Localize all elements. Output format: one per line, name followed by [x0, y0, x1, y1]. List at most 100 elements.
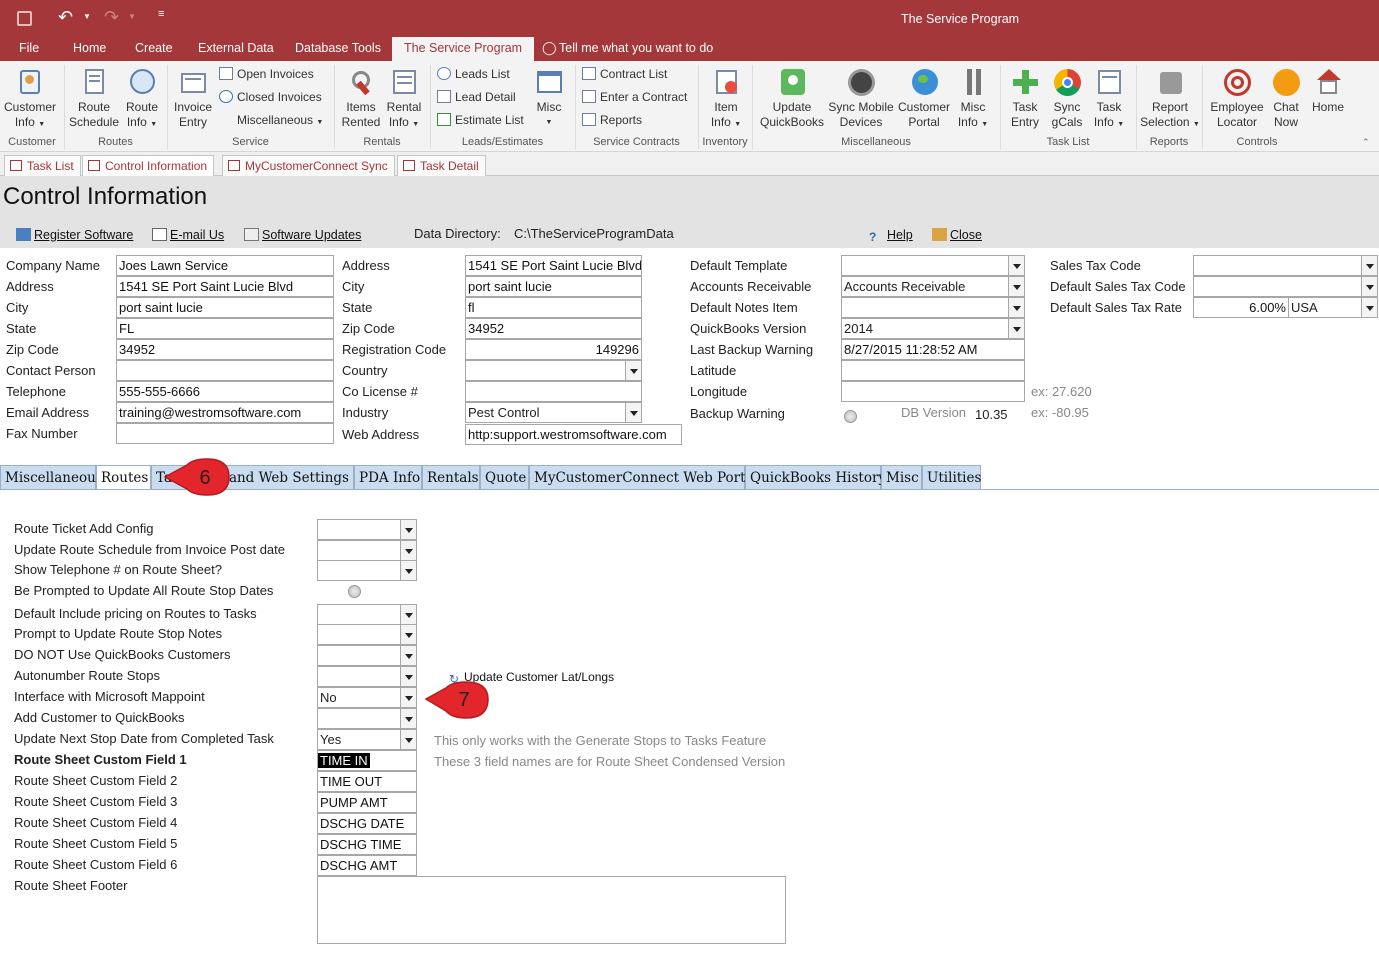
default-sales-tax-code-dropdown[interactable]	[1193, 276, 1378, 297]
leads-misc-button[interactable]: Misc ▼	[530, 65, 568, 130]
task-entry-button[interactable]: Task Entry	[1004, 65, 1046, 130]
menu-external-data[interactable]: External Data	[189, 37, 283, 61]
employee-locator-button[interactable]: Employee Locator	[1206, 65, 1268, 130]
web-address-field[interactable]: http:support.westromsoftware.com	[465, 424, 682, 445]
menu-the-service-program[interactable]: The Service Program	[392, 37, 535, 61]
tab-misc[interactable]: Misc	[881, 465, 922, 490]
help-button[interactable]: ? Help	[869, 228, 913, 244]
chevron-down-icon[interactable]	[1008, 277, 1024, 296]
accounts-receivable-dropdown[interactable]: Accounts Receivable	[841, 276, 1025, 297]
custom-field-2-input[interactable]: TIME OUT	[317, 771, 417, 792]
default-notes-item-dropdown[interactable]	[841, 297, 1025, 318]
register-software-button[interactable]: Register Software	[16, 228, 133, 242]
telephone-field[interactable]: 555-555-6666	[116, 381, 334, 402]
chevron-down-icon[interactable]	[625, 403, 641, 422]
custom-field-4-input[interactable]: DSCHG DATE	[317, 813, 417, 834]
contract-list-button[interactable]: Contract List	[582, 64, 667, 84]
chevron-down-icon[interactable]	[1008, 256, 1024, 275]
menu-home[interactable]: Home	[64, 37, 115, 61]
menu-database-tools[interactable]: Database Tools	[286, 37, 390, 61]
sales-tax-code-dropdown[interactable]	[1193, 255, 1378, 276]
reg-state-field[interactable]: fl	[465, 297, 642, 318]
estimate-list-button[interactable]: Estimate List	[437, 110, 524, 130]
last-backup-warning-field[interactable]: 8/27/2015 11:28:52 AM	[841, 339, 1025, 360]
misc-info-button[interactable]: Misc Info ▼	[952, 65, 994, 132]
reg-zip-field[interactable]: 34952	[465, 318, 642, 339]
quickbooks-version-dropdown[interactable]: 2014	[841, 318, 1025, 339]
customize-toolbar-icon[interactable]: ≡	[158, 8, 164, 20]
sync-mobile-devices-button[interactable]: Sync Mobile Devices	[826, 65, 896, 130]
chevron-down-icon[interactable]	[400, 541, 416, 560]
autonumber-route-stops-dropdown[interactable]	[317, 666, 417, 687]
default-sales-tax-rate-field[interactable]: 6.00%	[1193, 297, 1289, 318]
closed-invoices-button[interactable]: Closed Invoices	[219, 87, 322, 107]
tab-utilities[interactable]: Utilities	[922, 465, 981, 490]
tax-country-dropdown[interactable]: USA	[1288, 297, 1378, 318]
tab-quote[interactable]: Quote	[480, 465, 529, 490]
sync-gcals-button[interactable]: Sync gCals	[1046, 65, 1088, 130]
route-info-button[interactable]: Route Info ▼	[120, 65, 164, 132]
industry-dropdown[interactable]: Pest Control	[465, 402, 642, 423]
default-template-dropdown[interactable]	[841, 255, 1025, 276]
chevron-down-icon[interactable]	[400, 709, 416, 728]
lead-detail-button[interactable]: Lead Detail	[437, 87, 516, 107]
company-state-field[interactable]: FL	[116, 318, 334, 339]
contact-person-field[interactable]	[116, 360, 334, 381]
chevron-down-icon[interactable]	[400, 561, 416, 580]
item-info-button[interactable]: Item Info ▼	[704, 65, 748, 132]
custom-field-3-input[interactable]: PUMP AMT	[317, 792, 417, 813]
menu-file[interactable]: File	[10, 37, 48, 61]
open-invoices-button[interactable]: Open Invoices	[219, 64, 314, 84]
invoice-entry-button[interactable]: Invoice Entry	[170, 65, 216, 130]
chevron-down-icon[interactable]	[400, 688, 416, 707]
tab-quickbooks-history[interactable]: QuickBooks History	[745, 465, 886, 490]
doc-tab-control-information[interactable]: Control Information	[82, 155, 215, 176]
contract-reports-button[interactable]: Reports	[582, 110, 642, 130]
registration-code-field[interactable]: 149296	[465, 339, 642, 360]
reg-address-field[interactable]: 1541 SE Port Saint Lucie Blvd	[465, 255, 642, 276]
chevron-down-icon[interactable]	[400, 646, 416, 665]
chevron-down-icon[interactable]	[1361, 256, 1377, 275]
company-city-field[interactable]: port saint lucie	[116, 297, 334, 318]
backup-warning-radio[interactable]	[844, 410, 857, 423]
miscellaneous-dropdown[interactable]: Miscellaneous ▼	[237, 110, 323, 130]
default-include-pricing-dropdown[interactable]	[317, 604, 417, 625]
chevron-down-icon[interactable]	[400, 625, 416, 644]
report-selection-button[interactable]: Report Selection ▼	[1140, 65, 1200, 132]
chevron-down-icon[interactable]	[1008, 319, 1024, 338]
company-zip-field[interactable]: 34952	[116, 339, 334, 360]
update-route-schedule-dropdown[interactable]	[317, 540, 417, 561]
company-address-field[interactable]: 1541 SE Port Saint Lucie Blvd	[116, 276, 334, 297]
co-license-field[interactable]	[465, 381, 642, 402]
tab-miscellaneous[interactable]: Miscellaneous	[0, 465, 103, 490]
interface-mappoint-dropdown[interactable]: No	[317, 687, 417, 708]
doc-tab-task-list[interactable]: Task List	[4, 155, 81, 176]
route-sheet-footer-textarea[interactable]	[317, 876, 786, 944]
add-customer-qb-dropdown[interactable]	[317, 708, 417, 729]
chevron-down-icon[interactable]	[1361, 298, 1377, 317]
chevron-down-icon[interactable]	[400, 667, 416, 686]
company-name-field[interactable]: Joes Lawn Service	[116, 255, 334, 276]
custom-field-1-input[interactable]: TIME IN	[317, 750, 417, 771]
leads-list-button[interactable]: Leads List	[437, 64, 510, 84]
chat-now-button[interactable]: Chat Now	[1268, 65, 1304, 130]
fax-number-field[interactable]	[116, 423, 334, 444]
undo-dropdown-icon[interactable]: ▼	[83, 12, 91, 21]
prompt-update-notes-dropdown[interactable]	[317, 624, 417, 645]
custom-field-5-input[interactable]: DSCHG TIME	[317, 834, 417, 855]
undo-icon[interactable]: ↶	[58, 7, 73, 28]
collapse-ribbon-icon[interactable]: ⌃	[1362, 137, 1370, 148]
doc-tab-mycustomerconnect-sync[interactable]: MyCustomerConnect Sync	[222, 155, 395, 176]
custom-field-6-input[interactable]: DSCHG AMT	[317, 855, 417, 876]
show-telephone-dropdown[interactable]	[317, 560, 417, 581]
tab-mycustomerconnect-web-portal[interactable]: MyCustomerConnect Web Portal	[529, 465, 758, 490]
tab-routes[interactable]: Routes	[96, 465, 151, 490]
chevron-down-icon[interactable]	[400, 520, 416, 539]
chevron-down-icon[interactable]	[1361, 277, 1377, 296]
save-icon[interactable]	[17, 11, 32, 26]
close-button[interactable]: Close	[932, 228, 982, 242]
enter-contract-button[interactable]: Enter a Contract	[582, 87, 687, 107]
email-address-field[interactable]: training@westromsoftware.com	[116, 402, 334, 423]
chevron-down-icon[interactable]	[400, 730, 416, 749]
country-dropdown[interactable]	[465, 360, 642, 381]
